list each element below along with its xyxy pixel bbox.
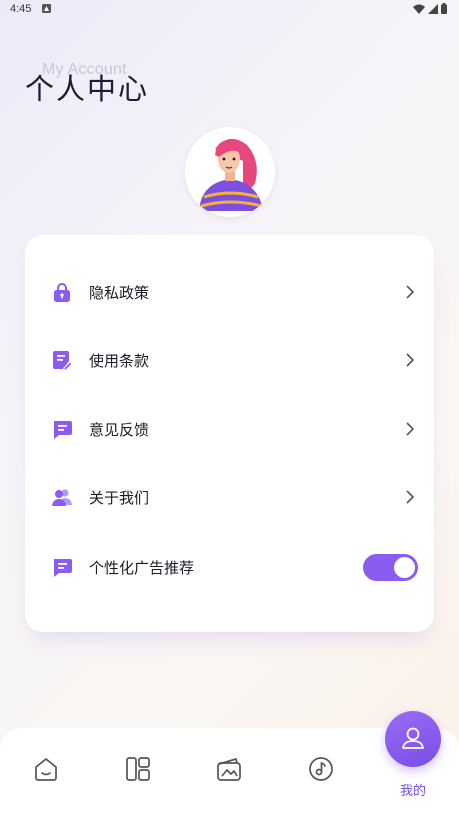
tab-mine-button[interactable]: [385, 711, 441, 767]
users-icon: [52, 489, 72, 506]
menu-item-personalized-ads: 个性化广告推荐: [25, 539, 434, 595]
menu-item-privacy-policy[interactable]: 隐私政策: [25, 264, 434, 320]
wallet-icon[interactable]: [214, 754, 244, 784]
menu-label: 个性化广告推荐: [89, 558, 195, 577]
status-indicators: [413, 3, 447, 14]
chevron-right-icon: [406, 422, 415, 436]
menu-label: 使用条款: [89, 351, 150, 370]
notification-icon: [42, 4, 51, 13]
settings-card: 隐私政策 使用条款 意见反馈 关于我们 个性化广告推荐: [25, 235, 434, 632]
document-edit-icon: [53, 351, 73, 371]
chevron-right-icon: [406, 285, 415, 299]
home-icon[interactable]: [31, 754, 61, 784]
person-icon: [402, 727, 424, 749]
menu-item-terms-of-use[interactable]: 使用条款: [25, 332, 434, 388]
status-bar: 4:45: [0, 0, 459, 20]
battery-icon: [441, 3, 447, 14]
music-icon[interactable]: [306, 754, 336, 784]
personalized-ads-toggle[interactable]: [363, 553, 418, 581]
status-time: 4:45: [10, 3, 32, 15]
toggle-knob: [394, 556, 415, 578]
avatar[interactable]: [185, 127, 275, 217]
layout-icon[interactable]: [123, 754, 153, 784]
menu-label: 意见反馈: [89, 420, 150, 439]
chevron-right-icon: [406, 490, 415, 504]
menu-label: 关于我们: [89, 488, 150, 507]
chat-icon: [54, 559, 72, 577]
menu-item-feedback[interactable]: 意见反馈: [25, 401, 434, 457]
chevron-right-icon: [406, 353, 415, 367]
tab-mine-label[interactable]: 我的: [385, 780, 441, 799]
wifi-icon: [413, 4, 425, 14]
avatar-illustration: [185, 127, 275, 217]
signal-icon: [428, 3, 438, 14]
chat-feedback-icon: [54, 421, 72, 439]
lock-icon: [54, 283, 70, 302]
menu-item-about-us[interactable]: 关于我们: [25, 469, 434, 525]
page-title: 个人中心: [25, 72, 150, 106]
menu-label: 隐私政策: [89, 283, 150, 302]
